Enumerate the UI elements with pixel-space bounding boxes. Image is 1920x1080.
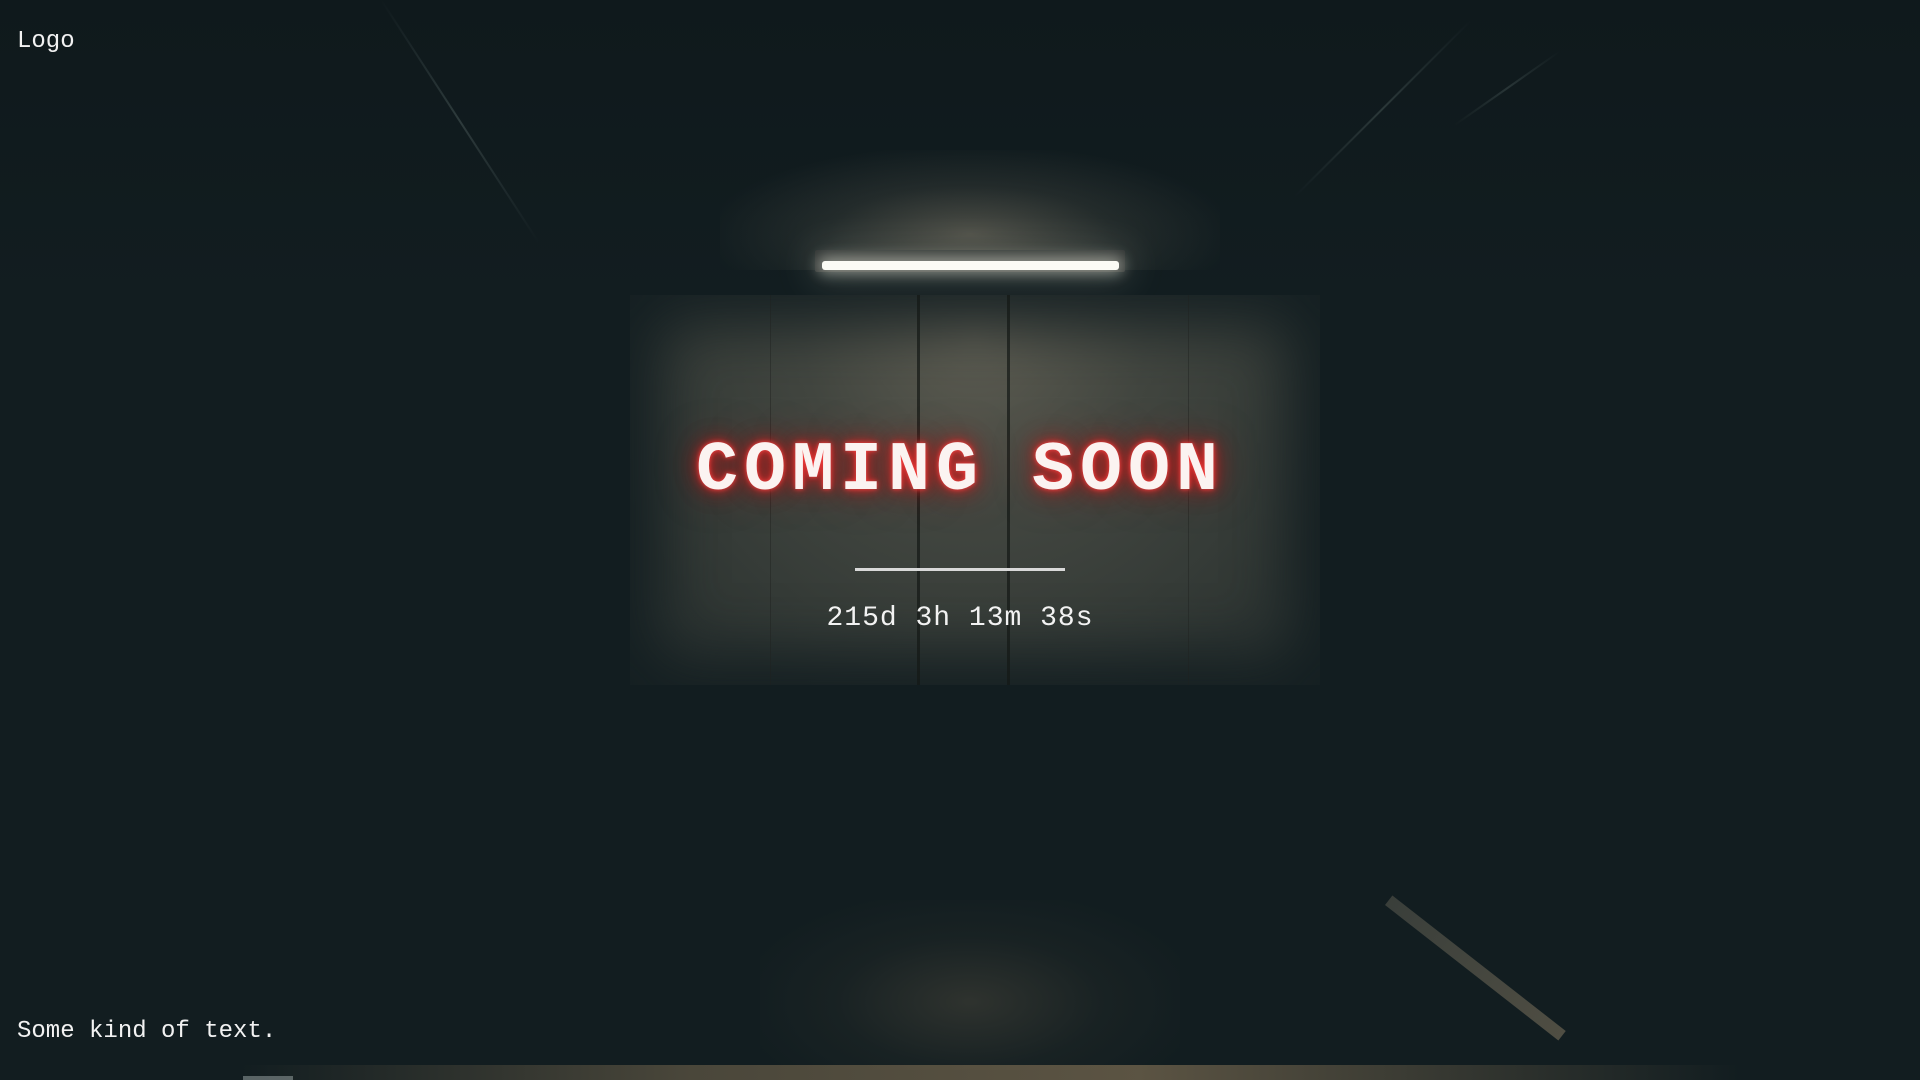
- footer-text: Some kind of text.: [17, 1018, 277, 1045]
- parking-floor-stripe: [1385, 895, 1566, 1041]
- background-scene: [0, 0, 1920, 1080]
- hero: COMING SOON: [0, 432, 1920, 511]
- countdown-timer: 215d 3h 13m 38s: [826, 603, 1094, 634]
- floor-light-patch: [760, 900, 1180, 1070]
- floor-edge-highlight: [240, 1065, 1740, 1080]
- divider: [855, 568, 1065, 571]
- logo[interactable]: Logo: [17, 28, 75, 55]
- scrollbar-thumb[interactable]: [243, 1076, 293, 1080]
- fluorescent-light-tube: [822, 261, 1119, 270]
- coming-soon-headline: COMING SOON: [695, 432, 1225, 511]
